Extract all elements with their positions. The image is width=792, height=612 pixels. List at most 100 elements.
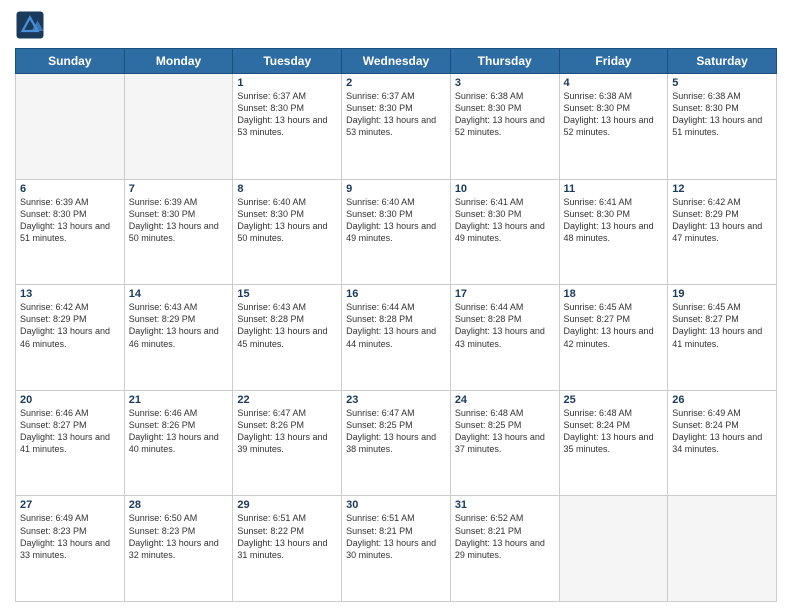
calendar-cell: 28Sunrise: 6:50 AM Sunset: 8:23 PM Dayli…	[124, 496, 233, 602]
cell-info: Sunrise: 6:44 AM Sunset: 8:28 PM Dayligh…	[346, 301, 446, 350]
cell-info: Sunrise: 6:39 AM Sunset: 8:30 PM Dayligh…	[20, 196, 120, 245]
calendar-cell: 5Sunrise: 6:38 AM Sunset: 8:30 PM Daylig…	[668, 74, 777, 180]
day-number: 7	[129, 183, 229, 195]
day-number: 17	[455, 288, 555, 300]
day-header-friday: Friday	[559, 49, 668, 74]
calendar-cell: 31Sunrise: 6:52 AM Sunset: 8:21 PM Dayli…	[450, 496, 559, 602]
calendar-cell	[16, 74, 125, 180]
cell-info: Sunrise: 6:43 AM Sunset: 8:29 PM Dayligh…	[129, 301, 229, 350]
cell-info: Sunrise: 6:37 AM Sunset: 8:30 PM Dayligh…	[346, 90, 446, 139]
cell-info: Sunrise: 6:44 AM Sunset: 8:28 PM Dayligh…	[455, 301, 555, 350]
calendar-week-2: 13Sunrise: 6:42 AM Sunset: 8:29 PM Dayli…	[16, 285, 777, 391]
calendar-cell: 15Sunrise: 6:43 AM Sunset: 8:28 PM Dayli…	[233, 285, 342, 391]
calendar-cell: 10Sunrise: 6:41 AM Sunset: 8:30 PM Dayli…	[450, 179, 559, 285]
cell-info: Sunrise: 6:38 AM Sunset: 8:30 PM Dayligh…	[455, 90, 555, 139]
calendar-cell: 1Sunrise: 6:37 AM Sunset: 8:30 PM Daylig…	[233, 74, 342, 180]
cell-info: Sunrise: 6:51 AM Sunset: 8:22 PM Dayligh…	[237, 512, 337, 561]
calendar-cell: 19Sunrise: 6:45 AM Sunset: 8:27 PM Dayli…	[668, 285, 777, 391]
calendar-cell: 3Sunrise: 6:38 AM Sunset: 8:30 PM Daylig…	[450, 74, 559, 180]
day-header-monday: Monday	[124, 49, 233, 74]
calendar-header-row: SundayMondayTuesdayWednesdayThursdayFrid…	[16, 49, 777, 74]
cell-info: Sunrise: 6:49 AM Sunset: 8:24 PM Dayligh…	[672, 407, 772, 456]
day-header-tuesday: Tuesday	[233, 49, 342, 74]
calendar-cell: 11Sunrise: 6:41 AM Sunset: 8:30 PM Dayli…	[559, 179, 668, 285]
day-number: 30	[346, 499, 446, 511]
day-number: 13	[20, 288, 120, 300]
cell-info: Sunrise: 6:41 AM Sunset: 8:30 PM Dayligh…	[564, 196, 664, 245]
day-number: 16	[346, 288, 446, 300]
day-number: 26	[672, 394, 772, 406]
day-number: 19	[672, 288, 772, 300]
cell-info: Sunrise: 6:37 AM Sunset: 8:30 PM Dayligh…	[237, 90, 337, 139]
day-number: 14	[129, 288, 229, 300]
calendar-cell: 24Sunrise: 6:48 AM Sunset: 8:25 PM Dayli…	[450, 390, 559, 496]
cell-info: Sunrise: 6:38 AM Sunset: 8:30 PM Dayligh…	[672, 90, 772, 139]
day-number: 27	[20, 499, 120, 511]
cell-info: Sunrise: 6:48 AM Sunset: 8:24 PM Dayligh…	[564, 407, 664, 456]
cell-info: Sunrise: 6:47 AM Sunset: 8:26 PM Dayligh…	[237, 407, 337, 456]
cell-info: Sunrise: 6:51 AM Sunset: 8:21 PM Dayligh…	[346, 512, 446, 561]
calendar-cell: 22Sunrise: 6:47 AM Sunset: 8:26 PM Dayli…	[233, 390, 342, 496]
day-number: 22	[237, 394, 337, 406]
calendar-cell: 7Sunrise: 6:39 AM Sunset: 8:30 PM Daylig…	[124, 179, 233, 285]
logo-icon	[15, 10, 45, 40]
logo	[15, 10, 49, 40]
cell-info: Sunrise: 6:40 AM Sunset: 8:30 PM Dayligh…	[346, 196, 446, 245]
cell-info: Sunrise: 6:42 AM Sunset: 8:29 PM Dayligh…	[672, 196, 772, 245]
cell-info: Sunrise: 6:46 AM Sunset: 8:27 PM Dayligh…	[20, 407, 120, 456]
day-number: 9	[346, 183, 446, 195]
day-number: 10	[455, 183, 555, 195]
calendar-cell: 8Sunrise: 6:40 AM Sunset: 8:30 PM Daylig…	[233, 179, 342, 285]
day-number: 20	[20, 394, 120, 406]
day-header-sunday: Sunday	[16, 49, 125, 74]
calendar-week-0: 1Sunrise: 6:37 AM Sunset: 8:30 PM Daylig…	[16, 74, 777, 180]
page: SundayMondayTuesdayWednesdayThursdayFrid…	[0, 0, 792, 612]
calendar-cell: 23Sunrise: 6:47 AM Sunset: 8:25 PM Dayli…	[342, 390, 451, 496]
day-header-saturday: Saturday	[668, 49, 777, 74]
calendar-cell: 2Sunrise: 6:37 AM Sunset: 8:30 PM Daylig…	[342, 74, 451, 180]
calendar-cell: 16Sunrise: 6:44 AM Sunset: 8:28 PM Dayli…	[342, 285, 451, 391]
cell-info: Sunrise: 6:46 AM Sunset: 8:26 PM Dayligh…	[129, 407, 229, 456]
cell-info: Sunrise: 6:42 AM Sunset: 8:29 PM Dayligh…	[20, 301, 120, 350]
calendar-cell	[124, 74, 233, 180]
cell-info: Sunrise: 6:43 AM Sunset: 8:28 PM Dayligh…	[237, 301, 337, 350]
calendar-cell: 25Sunrise: 6:48 AM Sunset: 8:24 PM Dayli…	[559, 390, 668, 496]
day-number: 2	[346, 77, 446, 89]
calendar-body: 1Sunrise: 6:37 AM Sunset: 8:30 PM Daylig…	[16, 74, 777, 602]
day-number: 23	[346, 394, 446, 406]
cell-info: Sunrise: 6:50 AM Sunset: 8:23 PM Dayligh…	[129, 512, 229, 561]
day-number: 28	[129, 499, 229, 511]
calendar-table: SundayMondayTuesdayWednesdayThursdayFrid…	[15, 48, 777, 602]
calendar-week-1: 6Sunrise: 6:39 AM Sunset: 8:30 PM Daylig…	[16, 179, 777, 285]
day-number: 6	[20, 183, 120, 195]
day-number: 31	[455, 499, 555, 511]
day-number: 15	[237, 288, 337, 300]
calendar-cell	[668, 496, 777, 602]
calendar-cell: 21Sunrise: 6:46 AM Sunset: 8:26 PM Dayli…	[124, 390, 233, 496]
calendar-cell: 12Sunrise: 6:42 AM Sunset: 8:29 PM Dayli…	[668, 179, 777, 285]
calendar-cell: 4Sunrise: 6:38 AM Sunset: 8:30 PM Daylig…	[559, 74, 668, 180]
day-number: 29	[237, 499, 337, 511]
day-number: 4	[564, 77, 664, 89]
day-number: 8	[237, 183, 337, 195]
calendar-cell: 29Sunrise: 6:51 AM Sunset: 8:22 PM Dayli…	[233, 496, 342, 602]
day-number: 18	[564, 288, 664, 300]
cell-info: Sunrise: 6:48 AM Sunset: 8:25 PM Dayligh…	[455, 407, 555, 456]
day-number: 21	[129, 394, 229, 406]
calendar-cell: 9Sunrise: 6:40 AM Sunset: 8:30 PM Daylig…	[342, 179, 451, 285]
day-number: 11	[564, 183, 664, 195]
cell-info: Sunrise: 6:38 AM Sunset: 8:30 PM Dayligh…	[564, 90, 664, 139]
cell-info: Sunrise: 6:45 AM Sunset: 8:27 PM Dayligh…	[672, 301, 772, 350]
cell-info: Sunrise: 6:49 AM Sunset: 8:23 PM Dayligh…	[20, 512, 120, 561]
day-number: 24	[455, 394, 555, 406]
calendar-cell: 27Sunrise: 6:49 AM Sunset: 8:23 PM Dayli…	[16, 496, 125, 602]
calendar-cell: 20Sunrise: 6:46 AM Sunset: 8:27 PM Dayli…	[16, 390, 125, 496]
cell-info: Sunrise: 6:40 AM Sunset: 8:30 PM Dayligh…	[237, 196, 337, 245]
day-header-wednesday: Wednesday	[342, 49, 451, 74]
cell-info: Sunrise: 6:41 AM Sunset: 8:30 PM Dayligh…	[455, 196, 555, 245]
calendar-cell: 13Sunrise: 6:42 AM Sunset: 8:29 PM Dayli…	[16, 285, 125, 391]
calendar-cell: 6Sunrise: 6:39 AM Sunset: 8:30 PM Daylig…	[16, 179, 125, 285]
calendar-cell: 30Sunrise: 6:51 AM Sunset: 8:21 PM Dayli…	[342, 496, 451, 602]
calendar-cell: 14Sunrise: 6:43 AM Sunset: 8:29 PM Dayli…	[124, 285, 233, 391]
day-number: 5	[672, 77, 772, 89]
